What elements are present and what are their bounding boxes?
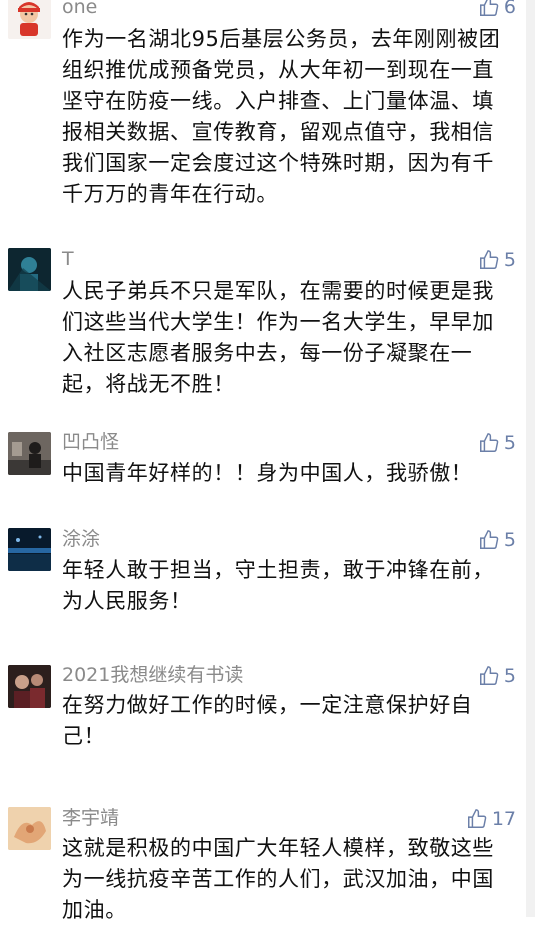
thumbs-up-icon — [479, 433, 499, 452]
comment-item: 2021我想继续有书读 5 在努力做好工作的时候，一定注意保护好自己！ — [0, 654, 526, 774]
comment-text: 作为一名湖北95后基层公务员，去年刚刚被团组织推优成预备党员，从大年初一到现在一… — [62, 27, 501, 206]
thumbs-up-icon — [479, 530, 499, 549]
thumbs-up-icon — [479, 666, 499, 685]
avatar[interactable] — [8, 528, 51, 571]
comment-text: 人民子弟兵不只是军队，在需要的时候更是我们这些当代大学生！作为一名大学生，早早加… — [62, 279, 494, 396]
like-count: 5 — [503, 529, 516, 551]
comment-text: 这就是积极的中国广大年轻人模样，致敬这些为一线抗疫辛苦工作的人们，武汉加油，中国… — [62, 836, 494, 922]
thumbs-up-icon — [479, 250, 499, 269]
comment-item: one 6 作为一名湖北95后基层公务员，去年刚刚被团组织推优成预备党员，从大年… — [0, 0, 526, 230]
comment-item: 涂涂 5 年轻人敢于担当，守土担责，敢于冲锋在前，为人民服务！ — [0, 517, 526, 637]
like-count: 17 — [491, 808, 516, 830]
like-button[interactable]: 5 — [478, 431, 516, 455]
commenter-name: T — [62, 248, 74, 270]
scrollbar-track[interactable] — [526, 0, 535, 917]
like-count: 5 — [503, 665, 516, 687]
comment-item: 李宇靖 17 这就是积极的中国广大年轻人模样，致敬这些为一线抗疫辛苦工作的人们，… — [0, 795, 526, 922]
comment-text: 中国青年好样的！！身为中国人，我骄傲！ — [62, 461, 473, 485]
avatar[interactable] — [8, 432, 51, 475]
comment-item: T 5 人民子弟兵不只是军队，在需要的时候更是我们这些当代大学生！作为一名大学生… — [0, 240, 526, 410]
avatar[interactable] — [8, 807, 51, 850]
commenter-name: 李宇靖 — [62, 807, 120, 829]
like-count: 5 — [503, 249, 516, 271]
comment-item: 凹凸怪 5 中国青年好样的！！身为中国人，我骄傲！ — [0, 422, 526, 502]
avatar[interactable] — [8, 248, 51, 291]
avatar[interactable] — [8, 0, 51, 39]
like-button[interactable]: 6 — [478, 0, 516, 19]
comment-text: 年轻人敢于担当，守土担责，敢于冲锋在前，为人民服务！ — [62, 558, 494, 613]
thumbs-up-icon — [479, 0, 499, 16]
like-count: 5 — [503, 432, 516, 454]
commenter-name: one — [62, 0, 98, 18]
comment-text: 在努力做好工作的时候，一定注意保护好自己！ — [62, 693, 473, 748]
like-button[interactable]: 5 — [478, 248, 516, 272]
thumbs-up-icon — [467, 809, 487, 828]
commenter-name: 涂涂 — [62, 528, 101, 550]
avatar[interactable] — [8, 665, 51, 708]
commenter-name: 2021我想继续有书读 — [62, 664, 244, 686]
commenter-name: 凹凸怪 — [62, 431, 120, 453]
like-button[interactable]: 5 — [478, 664, 516, 688]
like-count: 6 — [503, 0, 516, 18]
like-button[interactable]: 17 — [466, 807, 516, 831]
like-button[interactable]: 5 — [478, 528, 516, 552]
